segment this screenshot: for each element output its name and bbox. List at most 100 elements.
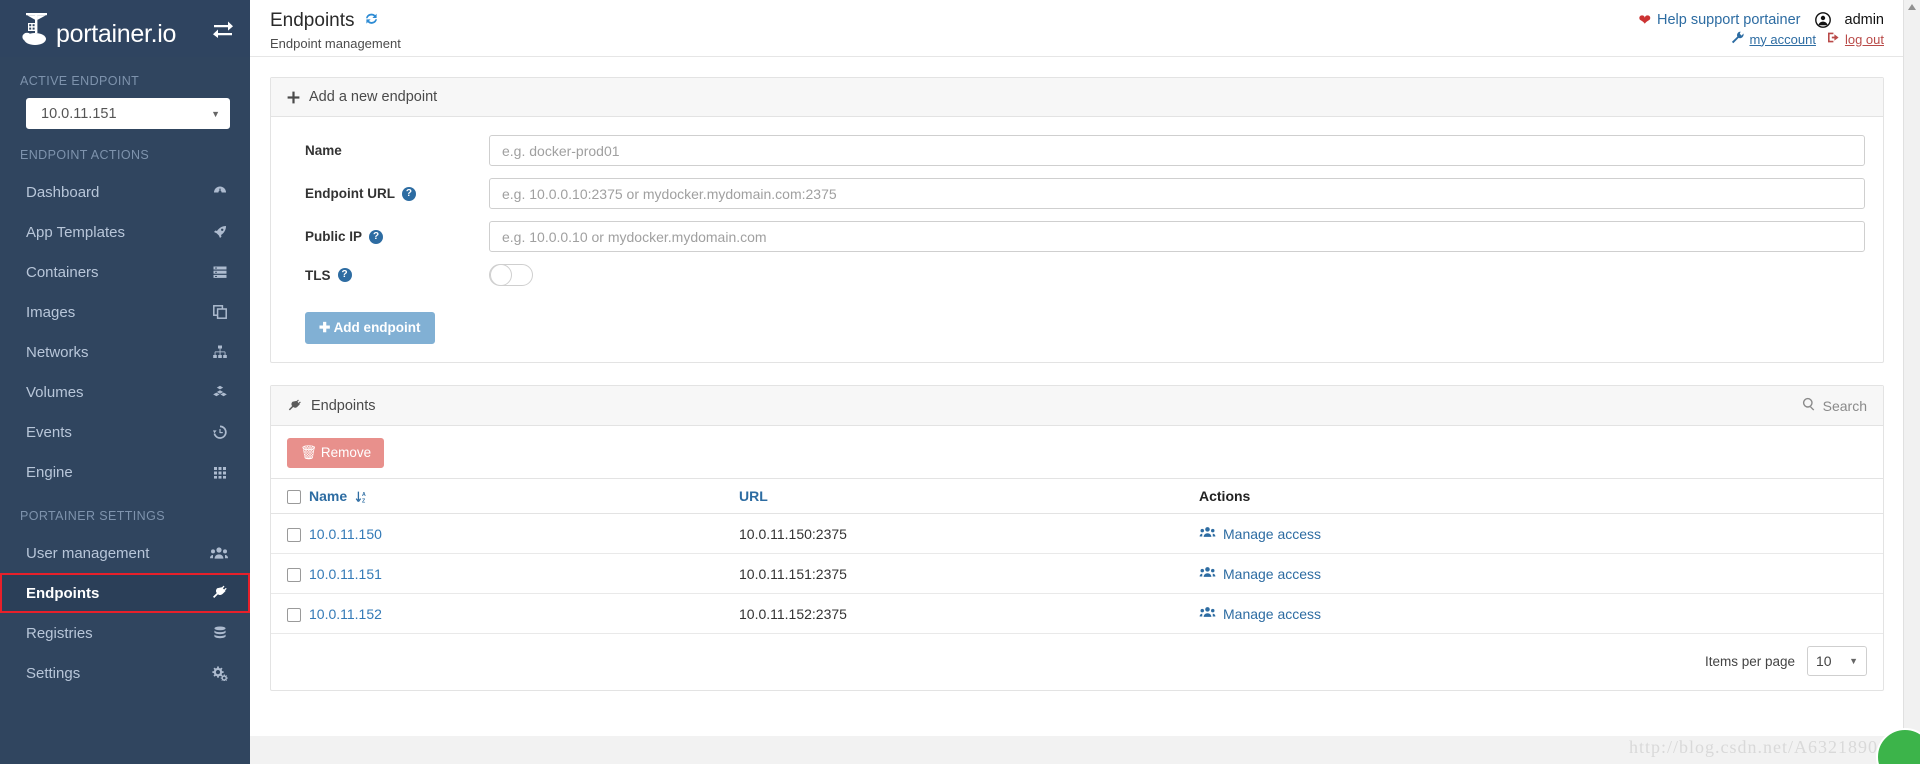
row-select-cell: [271, 554, 309, 594]
row-actions-cell: Manage access: [1199, 594, 1883, 634]
my-account-link[interactable]: my account: [1749, 32, 1815, 47]
manage-access-link[interactable]: Manage access: [1199, 565, 1321, 582]
manage-access-link[interactable]: Manage access: [1199, 605, 1321, 622]
scroll-up-arrow-icon[interactable]: [1908, 4, 1916, 10]
column-header-url[interactable]: URL: [739, 479, 1199, 514]
sidebar-item-app-templates[interactable]: App Templates: [0, 212, 250, 252]
logout-link[interactable]: log out: [1845, 32, 1884, 47]
users-icon: [206, 545, 228, 561]
row-name-cell: 10.0.11.151: [309, 554, 739, 594]
row-actions-cell: Manage access: [1199, 554, 1883, 594]
sidebar-item-dashboard[interactable]: Dashboard: [0, 172, 250, 212]
manage-access-label: Manage access: [1223, 566, 1321, 582]
sidebar-item-images[interactable]: Images: [0, 292, 250, 332]
sidebar-item-settings[interactable]: Settings: [0, 653, 250, 693]
sidebar-item-label: Endpoints: [26, 585, 206, 602]
public-ip-label: Public IP: [305, 229, 362, 244]
table-row: 10.0.11.150 10.0.11.150:2375 Manage acce…: [271, 514, 1883, 554]
form-row-public-ip: Public IP ?: [289, 221, 1865, 252]
endpoint-name-link[interactable]: 10.0.11.151: [309, 566, 382, 582]
column-header-name[interactable]: Name AZ: [309, 479, 739, 514]
table-header-row: Name AZ URL Actions: [271, 479, 1883, 514]
watermark-text: http://blog.csdn.net/A632189007: [1629, 737, 1898, 758]
sidebar-item-user-management[interactable]: User management: [0, 533, 250, 573]
name-input[interactable]: [489, 135, 1865, 166]
top-bar-right: ❤ Help support portainer admin my accoun…: [1638, 8, 1884, 47]
help-icon[interactable]: ?: [338, 268, 352, 282]
search-input-placeholder: Search: [1823, 398, 1867, 414]
help-icon[interactable]: ?: [402, 187, 416, 201]
sidebar-item-networks[interactable]: Networks: [0, 332, 250, 372]
row-checkbox[interactable]: [287, 528, 301, 542]
page-title-text: Endpoints: [270, 11, 355, 31]
sidebar-item-containers[interactable]: Containers: [0, 252, 250, 292]
add-endpoint-button-label: Add endpoint: [334, 320, 421, 335]
portainer-app: portainer.io ACTIVE ENDPOINT 10.0.11.151…: [0, 0, 1920, 764]
svg-text:Z: Z: [362, 499, 366, 505]
top-bar: Endpoints Endpoint management ❤ Help sup…: [250, 0, 1920, 57]
sidebar-item-endpoints[interactable]: Endpoints: [0, 573, 250, 613]
endpoint-url-label-wrap: Endpoint URL ?: [289, 186, 489, 201]
select-all-checkbox[interactable]: [287, 490, 301, 504]
sidebar-item-engine[interactable]: Engine: [0, 452, 250, 492]
endpoint-actions-heading: ENDPOINT ACTIONS: [0, 131, 250, 172]
row-url-cell: 10.0.11.151:2375: [739, 554, 1199, 594]
user-circle-icon: [1815, 12, 1831, 28]
search-box[interactable]: Search: [1802, 397, 1867, 414]
public-ip-input[interactable]: [489, 221, 1865, 252]
server-stack-icon: [206, 264, 228, 280]
help-support-link[interactable]: Help support portainer: [1657, 12, 1800, 28]
sidebar-item-label: Settings: [26, 665, 206, 682]
manage-access-label: Manage access: [1223, 526, 1321, 542]
row-select-cell: [271, 514, 309, 554]
remove-button[interactable]: 🗑 Remove: [287, 438, 384, 468]
sidebar-item-label: Registries: [26, 625, 206, 642]
history-icon: [206, 424, 228, 440]
username-label: admin: [1845, 12, 1885, 28]
heart-icon: ❤: [1638, 11, 1651, 29]
endpoint-name-link[interactable]: 10.0.11.152: [309, 606, 382, 622]
main-area: Endpoints Endpoint management ❤ Help sup…: [250, 0, 1920, 764]
plug-icon: [206, 585, 228, 601]
brand-name: portainer.io: [56, 22, 176, 47]
row-checkbox[interactable]: [287, 568, 301, 582]
endpoints-list-header: Endpoints Search: [271, 386, 1883, 426]
active-endpoint-select[interactable]: 10.0.11.151 ▼: [26, 98, 230, 129]
sidebar-item-label: Engine: [26, 464, 206, 481]
sidebar-item-label: Networks: [26, 344, 206, 361]
endpoints-table-body: 10.0.11.150 10.0.11.150:2375 Manage acce…: [271, 514, 1883, 634]
refresh-icon[interactable]: [363, 10, 380, 32]
tls-toggle[interactable]: [489, 264, 533, 286]
row-name-cell: 10.0.11.150: [309, 514, 739, 554]
row-actions-cell: Manage access: [1199, 514, 1883, 554]
row-select-cell: [271, 594, 309, 634]
add-endpoint-button[interactable]: ✚ Add endpoint: [305, 312, 435, 344]
active-endpoint-value: 10.0.11.151: [41, 106, 117, 122]
help-icon[interactable]: ?: [369, 230, 383, 244]
sidebar-item-registries[interactable]: Registries: [0, 613, 250, 653]
users-icon: [1199, 565, 1216, 582]
table-row: 10.0.11.152 10.0.11.152:2375 Manage acce…: [271, 594, 1883, 634]
portainer-whale-crane-icon: [22, 11, 52, 47]
sidebar-item-volumes[interactable]: Volumes: [0, 372, 250, 412]
endpoints-table: Name AZ URL Actions: [271, 478, 1883, 634]
items-per-page-select[interactable]: 10 ▼: [1807, 646, 1867, 676]
add-endpoint-panel: Add a new endpoint Name Endpoint URL ?: [270, 77, 1884, 363]
swap-arrows-icon[interactable]: [212, 20, 234, 38]
sidebar-item-events[interactable]: Events: [0, 412, 250, 452]
manage-access-link[interactable]: Manage access: [1199, 525, 1321, 542]
sort-alpha-asc-icon: AZ: [355, 490, 369, 504]
vertical-scrollbar[interactable]: [1903, 0, 1920, 764]
endpoint-name-link[interactable]: 10.0.11.150: [309, 526, 382, 542]
form-row-name: Name: [289, 135, 1865, 166]
column-header-actions: Actions: [1199, 479, 1883, 514]
grid-icon: [206, 464, 228, 480]
sidebar-item-label: User management: [26, 545, 206, 562]
brand-header: portainer.io: [0, 0, 250, 57]
sidebar-item-label: Volumes: [26, 384, 206, 401]
scrollbar-thumb[interactable]: [1905, 16, 1920, 166]
endpoint-url-input[interactable]: [489, 178, 1865, 209]
row-checkbox[interactable]: [287, 608, 301, 622]
sitemap-icon: [206, 344, 228, 360]
users-icon: [1199, 605, 1216, 622]
